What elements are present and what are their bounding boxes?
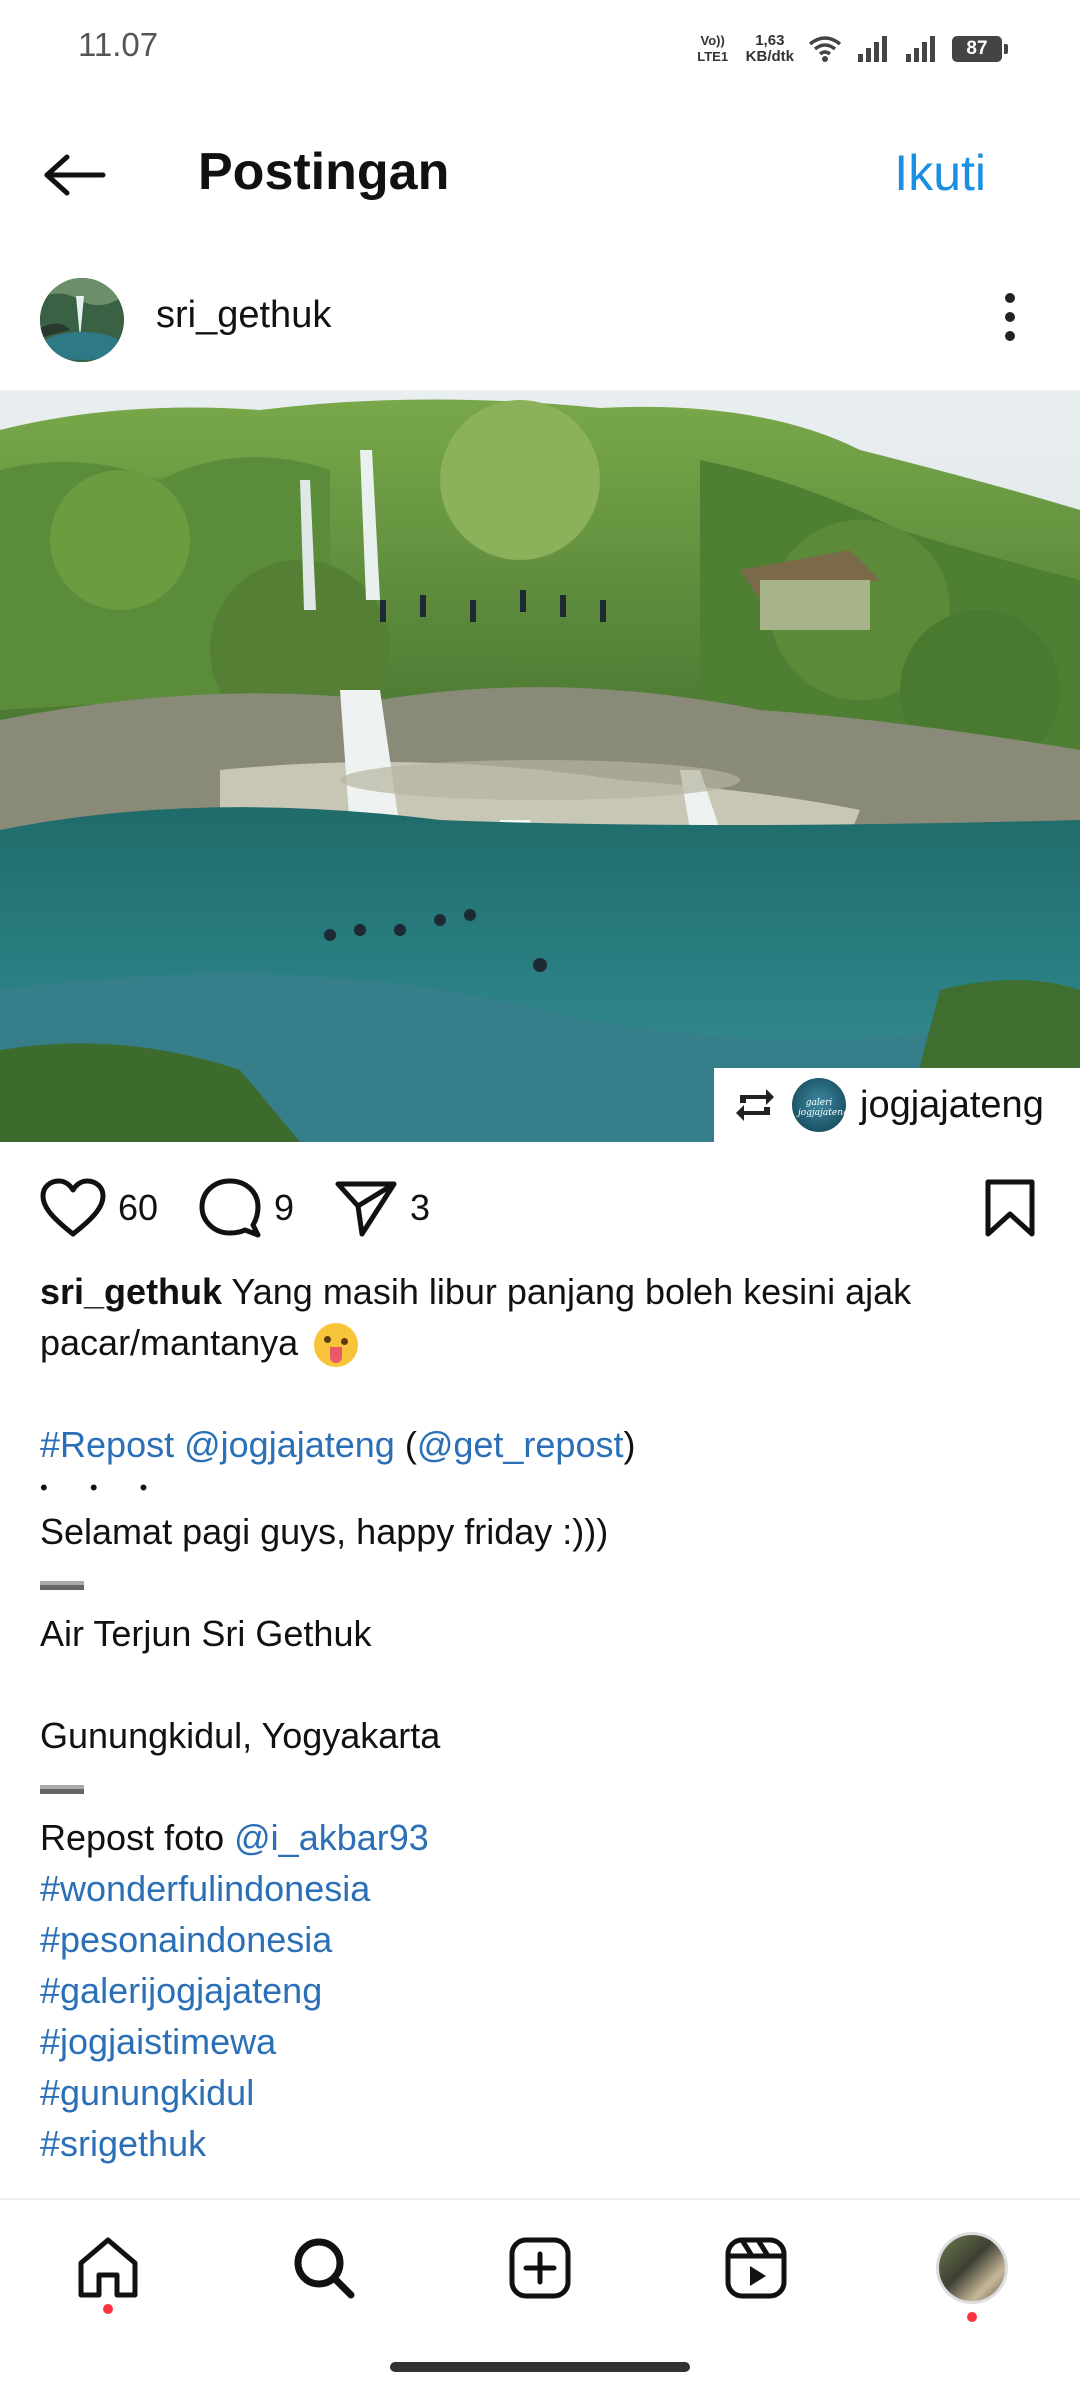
home-icon — [78, 2237, 138, 2298]
like-count[interactable]: 60 — [118, 1187, 158, 1229]
caption-text: ( — [394, 1424, 417, 1465]
send-icon — [335, 1181, 397, 1237]
caption-text: Yang masih libur panjang boleh kesini aj… — [222, 1271, 912, 1312]
caption-line: Air Terjun Sri Gethuk — [40, 1613, 372, 1654]
status-time: 11.07 — [78, 26, 159, 63]
page-title: Postingan — [198, 143, 450, 201]
hashtag-link[interactable]: #pesonaindonesia — [40, 1914, 1040, 1965]
caption-text: ) — [623, 1424, 636, 1465]
bookmark-icon — [985, 1179, 1035, 1237]
post-actions: 60 9 3 — [0, 1160, 1080, 1256]
arrow-left-icon — [44, 154, 106, 196]
comment-count: 9 — [274, 1187, 295, 1228]
hashtag-link[interactable]: #Repost — [40, 1424, 174, 1465]
caption-line: sri_gethuk Yang masih libur panjang bole… — [40, 1266, 1040, 1317]
repost-avatar-text: galeri jogjajateng — [798, 1098, 849, 1118]
caption-line: pacar/mantanya — [40, 1317, 1040, 1368]
like-action[interactable]: 60 — [40, 1176, 158, 1240]
network-speed-unit: KB/dtk — [745, 48, 794, 65]
caption-divider — [40, 1557, 1040, 1608]
wifi-icon — [808, 36, 842, 62]
status-bar: 11.07 Vo)) LTE1 1,63 KB/dtk 87 — [0, 0, 1080, 96]
mention-link[interactable]: @jogjajateng — [184, 1424, 395, 1465]
winking-tongue-emoji-icon — [314, 1323, 359, 1368]
nav-profile-button[interactable] — [932, 2228, 1012, 2322]
home-indicator[interactable] — [390, 2362, 690, 2372]
more-options-button[interactable] — [980, 282, 1040, 352]
repost-source-name: jogjajateng — [860, 1083, 1044, 1126]
caption-divider — [40, 1761, 1040, 1812]
signal-icon-1 — [858, 36, 887, 62]
nav-search-button[interactable] — [284, 2228, 364, 2308]
post-caption: sri_gethuk Yang masih libur panjang bole… — [40, 1266, 1040, 2169]
hashtag-link[interactable]: #jogjaistimewa — [40, 2016, 1040, 2067]
follow-button[interactable]: Ikuti — [894, 144, 986, 202]
mention-link[interactable]: @get_repost — [417, 1424, 624, 1465]
divider-bar — [40, 1580, 84, 1590]
hashtag-link[interactable]: #wonderfulindonesia — [40, 1863, 1040, 1914]
search-icon — [294, 2238, 355, 2299]
repost-source-avatar: galeri jogjajateng — [792, 1078, 849, 1132]
caption-text: Repost foto — [40, 1817, 235, 1858]
nav-reels-button[interactable] — [716, 2228, 796, 2308]
post-username[interactable]: sri_gethuk — [156, 294, 331, 337]
caption-line: #Repost @jogjajateng (@get_repost) — [40, 1419, 1040, 1470]
waterfall-photo — [0, 390, 1080, 1142]
back-button[interactable] — [30, 130, 120, 220]
reels-icon — [725, 2237, 787, 2299]
caption-username[interactable]: sri_gethuk — [40, 1271, 222, 1312]
divider-bar — [40, 1784, 84, 1794]
signal-icon-2 — [906, 36, 935, 62]
share-action[interactable]: 3 — [334, 1176, 430, 1240]
create-icon — [509, 2237, 571, 2299]
repost-badge[interactable]: galeri jogjajateng jogjajateng — [714, 1068, 1080, 1142]
notification-dot — [103, 2304, 113, 2314]
heart-icon — [40, 1178, 106, 1237]
save-button[interactable] — [978, 1176, 1042, 1240]
repost-icon — [736, 1089, 774, 1121]
bottom-navigation — [0, 2198, 1080, 2338]
profile-avatar — [936, 2232, 1008, 2304]
comment-action[interactable]: 9 — [198, 1176, 294, 1240]
comment-icon — [199, 1178, 261, 1238]
hashtag-link[interactable]: #galerijogjajateng — [40, 1965, 1040, 2016]
post-header: sri_gethuk — [0, 268, 1080, 368]
more-vertical-icon — [1005, 293, 1015, 341]
volte-label: Vo)) LTE1 — [697, 33, 729, 64]
caption-line: Selamat pagi guys, happy friday :))) — [40, 1511, 609, 1552]
caption-dots: • • • — [40, 1475, 166, 1500]
status-icons: Vo)) LTE1 1,63 KB/dtk 87 — [694, 26, 1008, 72]
notification-dot — [967, 2312, 977, 2322]
share-count: 3 — [410, 1187, 431, 1228]
battery-icon: 87 — [952, 36, 1008, 62]
network-speed: 1,63 KB/dtk — [746, 33, 794, 65]
post-photo[interactable]: galeri jogjajateng jogjajateng — [0, 390, 1080, 1142]
caption-line: Gunungkidul, Yogyakarta — [40, 1715, 441, 1756]
avatar-image — [40, 278, 124, 362]
mention-link[interactable]: @i_akbar93 — [234, 1817, 429, 1858]
hashtag-link[interactable]: #gunungkidul — [40, 2067, 1040, 2118]
user-avatar[interactable] — [40, 278, 124, 362]
hashtag-link[interactable]: #srigethuk — [40, 2118, 1040, 2169]
network-speed-value: 1,63 — [755, 32, 785, 49]
caption-line: Repost foto @i_akbar93 — [40, 1812, 1040, 1863]
top-bar: Postingan Ikuti — [0, 110, 1080, 230]
nav-create-button[interactable] — [500, 2228, 580, 2308]
nav-home-button[interactable] — [68, 2228, 148, 2314]
caption-text: pacar/mantanya — [40, 1322, 309, 1363]
